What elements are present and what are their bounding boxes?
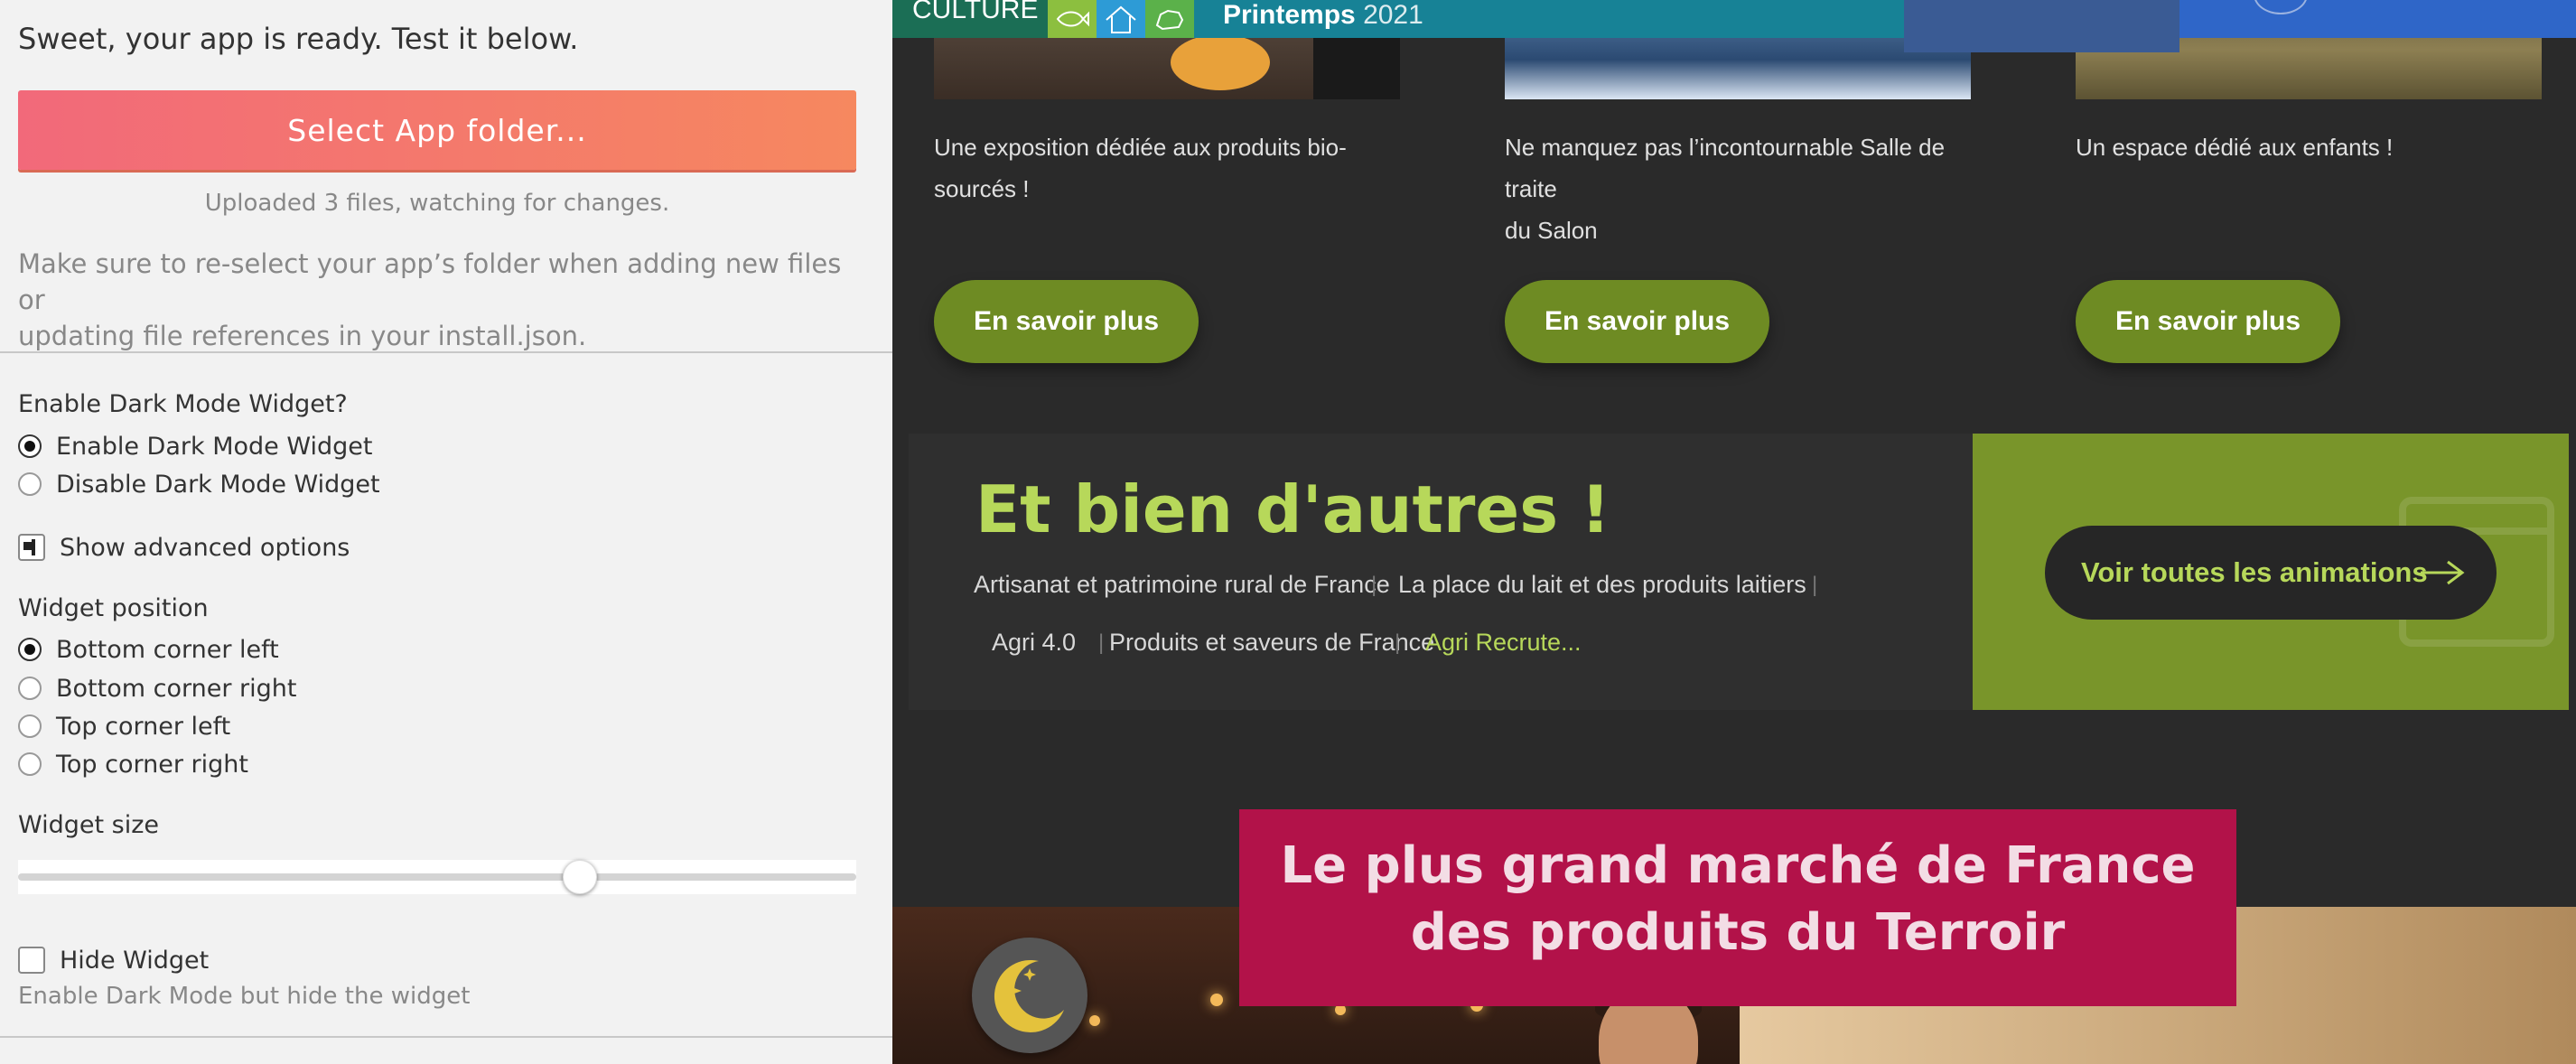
header-block <box>1904 0 2179 52</box>
header-logo-block <box>2179 0 2576 38</box>
radio-button-selected[interactable] <box>18 434 42 458</box>
moon-icon <box>994 959 1064 1032</box>
culture-label: CULTURE <box>912 0 1039 24</box>
terroir-banner: Le plus grand marché de France des produ… <box>1239 809 2236 1006</box>
website-preview: CULTURE Printemps 2021 Une exposition dé… <box>892 0 2576 1064</box>
radio-button[interactable] <box>18 677 42 700</box>
season-name: Printemps <box>1223 0 1356 30</box>
widget-size-slider[interactable] <box>18 860 856 894</box>
radio-button[interactable] <box>18 752 42 776</box>
radio-disable-dark-mode[interactable]: Disable Dark Mode Widget <box>18 469 380 499</box>
tag-link[interactable]: La place du lait et des produits laitier… <box>1398 571 1806 599</box>
hide-widget-label: Hide Widget <box>60 946 210 975</box>
logo-ring <box>2254 0 2308 14</box>
hide-widget-checkbox[interactable] <box>18 947 45 974</box>
advanced-options-label: Show advanced options <box>60 533 350 562</box>
tag-link[interactable]: Agri 4.0 <box>992 629 1076 657</box>
all-animations-label: Voir toutes les animations <box>2081 556 2428 588</box>
radio-button[interactable] <box>18 714 42 738</box>
event-topbar: CULTURE Printemps 2021 <box>892 0 1904 38</box>
radio-button-selected[interactable] <box>18 638 42 661</box>
divider <box>0 1036 892 1038</box>
card-description-line: du Salon <box>1505 217 1598 244</box>
others-heading: Et bien d'autres ! <box>975 471 1610 547</box>
slider-track[interactable] <box>18 873 856 881</box>
radio-button[interactable] <box>18 472 42 496</box>
tag-separator: | <box>1395 630 1401 655</box>
upload-status: Uploaded 3 files, watching for changes. <box>204 190 670 217</box>
tag-link[interactable]: Artisanat et patrimoine rural de France <box>974 571 1390 599</box>
hide-widget-hint: Enable Dark Mode but hide the widget <box>18 983 471 1010</box>
learn-more-button[interactable]: En savoir plus <box>1505 280 1770 363</box>
season-label: Printemps 2021 <box>1223 0 1423 31</box>
advanced-options-toggle[interactable]: Show advanced options <box>18 532 350 563</box>
radio-label: Bottom corner right <box>56 674 297 703</box>
ready-message: Sweet, your app is ready. Test it below. <box>18 22 579 56</box>
others-section: Et bien d'autres ! Artisanat et patrimoi… <box>909 434 1993 710</box>
radio-top-right[interactable]: Top corner right <box>18 749 248 779</box>
tag-link[interactable]: Produits et saveurs de France <box>1109 629 1434 657</box>
widget-config-panel: Sweet, your app is ready. Test it below.… <box>0 0 892 1064</box>
tag-separator: | <box>1371 573 1377 597</box>
banner-line: Le plus grand marché de France <box>1280 836 2196 895</box>
tag-link[interactable]: Agri Recrute... <box>1425 629 1582 657</box>
card-description: Une exposition dédiée aux produits bio-s… <box>934 134 1347 202</box>
all-animations-button[interactable]: Voir toutes les animations <box>2045 526 2497 620</box>
banner-line: des produits du Terroir <box>1410 903 2066 962</box>
radio-label: Top corner left <box>56 712 231 741</box>
radio-label: Top corner right <box>56 750 248 779</box>
slider-thumb[interactable] <box>562 860 597 894</box>
culture-tab[interactable]: CULTURE <box>892 0 1048 38</box>
arrow-right-icon <box>2421 560 2465 585</box>
fish-icon[interactable] <box>1048 0 1097 38</box>
lamp-shape <box>1171 34 1270 90</box>
radio-label: Enable Dark Mode Widget <box>56 432 373 461</box>
learn-more-button[interactable]: En savoir plus <box>934 280 1199 363</box>
tag-separator: | <box>1812 573 1818 597</box>
widget-size-label: Widget size <box>18 811 160 839</box>
radio-top-left[interactable]: Top corner left <box>18 711 230 742</box>
radio-enable-dark-mode[interactable]: Enable Dark Mode Widget <box>18 431 372 462</box>
radio-bottom-right[interactable]: Bottom corner right <box>18 673 296 704</box>
animal-icon[interactable] <box>1145 0 1194 38</box>
radio-label: Disable Dark Mode Widget <box>56 470 380 499</box>
dark-mode-label: Enable Dark Mode Widget? <box>18 390 348 418</box>
learn-more-button[interactable]: En savoir plus <box>2076 280 2341 363</box>
reselect-note-line: Make sure to re-select your app’s folder… <box>18 248 842 315</box>
card-description-line: Ne manquez pas l’incontournable Salle de… <box>1505 134 1946 202</box>
light-bulb <box>1210 994 1223 1006</box>
widget-position-label: Widget position <box>18 594 209 622</box>
radio-label: Bottom corner left <box>56 635 279 664</box>
house-icon[interactable] <box>1097 0 1145 38</box>
reselect-note: Make sure to re-select your app’s folder… <box>18 246 858 354</box>
radio-bottom-left[interactable]: Bottom corner left <box>18 634 279 665</box>
season-year: 2021 <box>1363 0 1423 30</box>
advanced-options-checkbox[interactable] <box>18 534 45 561</box>
card-description: Ne manquez pas l’incontournable Salle de… <box>1505 126 1974 251</box>
select-app-folder-button[interactable]: Select App folder... <box>18 90 856 170</box>
hide-widget-toggle[interactable]: Hide Widget <box>18 945 209 975</box>
card-description: Un espace dédié aux enfants ! <box>2076 134 2394 161</box>
tag-separator: | <box>1098 630 1105 655</box>
light-bulb <box>1089 1015 1100 1026</box>
divider <box>0 351 892 353</box>
dark-mode-widget-button[interactable] <box>972 938 1087 1053</box>
reselect-note-line: updating file references in your install… <box>18 321 587 351</box>
all-animations-block: Voir toutes les animations <box>1973 434 2569 710</box>
